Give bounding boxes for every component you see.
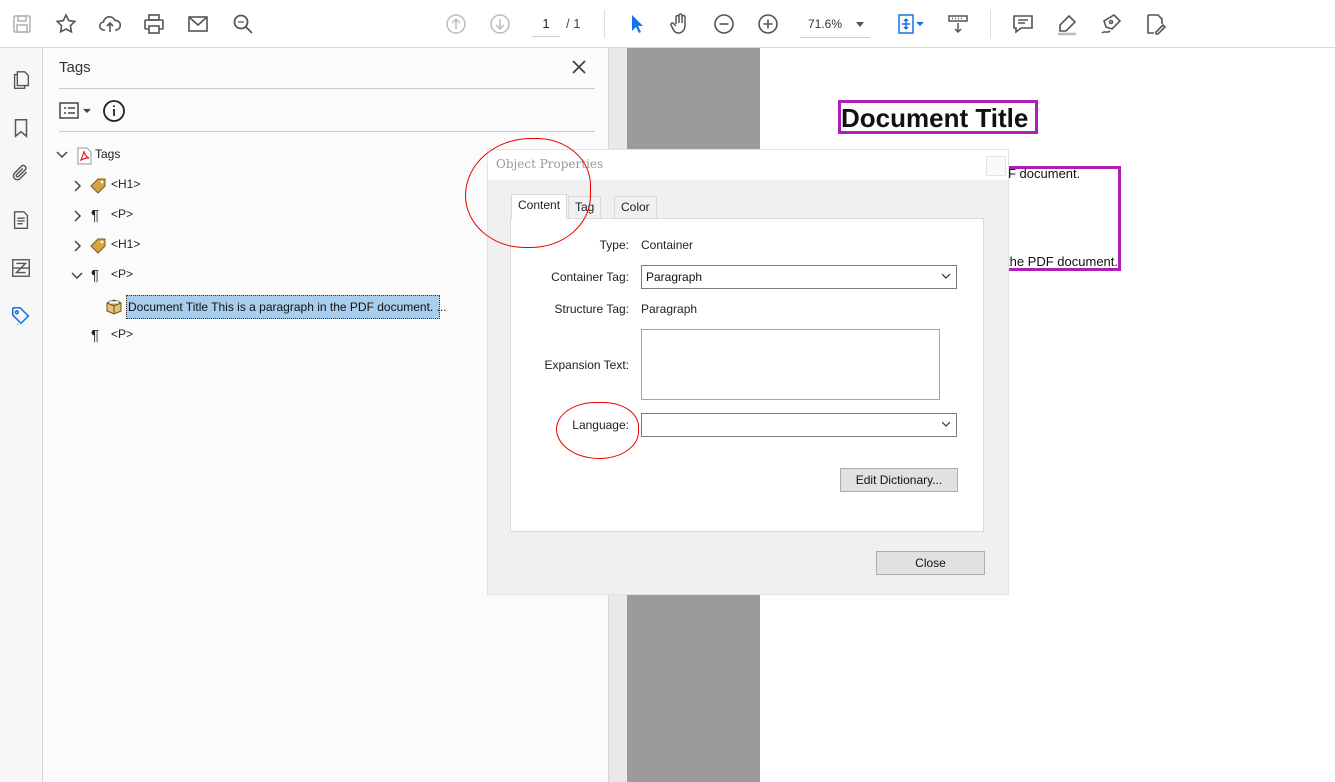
tab-color[interactable]: Color [614, 196, 657, 218]
zoom-out-icon[interactable] [708, 8, 740, 40]
tree-item-label[interactable]: <P> [111, 206, 133, 222]
edit-dictionary-button[interactable]: Edit Dictionary... [840, 468, 958, 492]
tree-item-label[interactable]: Tags [95, 146, 120, 162]
expansion-text-field[interactable] [641, 329, 940, 400]
page-up-icon[interactable] [440, 8, 472, 40]
bookmark-icon[interactable] [7, 114, 35, 142]
chevron-down-icon [942, 273, 950, 279]
highlight-icon[interactable] [1051, 8, 1083, 40]
dialog-close-icon[interactable] [986, 156, 1006, 176]
email-icon[interactable] [182, 8, 214, 40]
select-arrow-icon[interactable] [620, 8, 652, 40]
chevron-down-icon[interactable] [856, 22, 864, 27]
structure-tag-value: Paragraph [641, 302, 698, 316]
chevron-right-icon[interactable] [71, 179, 85, 193]
options-menu-icon[interactable] [59, 100, 95, 122]
scroll-mode-icon[interactable] [942, 8, 974, 40]
container-tag-value: Paragraph [646, 270, 703, 284]
print-icon[interactable] [138, 8, 170, 40]
document-heading: Document Title [841, 103, 1029, 133]
divider [59, 88, 595, 89]
toolbar-divider [990, 10, 991, 38]
paragraph-icon: ¶ [91, 267, 100, 284]
toolbar: 1 / 1 71.6% [0, 0, 1335, 48]
container-tag-select[interactable]: Paragraph [641, 265, 957, 289]
container-icon [105, 297, 123, 315]
document-text-line: the PDF document. [1006, 254, 1118, 269]
chevron-right-icon[interactable] [71, 239, 85, 253]
tag-icon [89, 237, 107, 255]
sign-icon[interactable] [1095, 8, 1127, 40]
divider [59, 131, 595, 132]
selected-tree-item[interactable]: Document Title This is a paragraph in th… [126, 295, 447, 319]
type-value: Container [641, 238, 694, 252]
panel-title: Tags [59, 59, 91, 76]
pages-icon[interactable] [7, 66, 35, 94]
fit-page-icon[interactable] [890, 8, 930, 40]
close-icon[interactable] [569, 57, 589, 77]
tree-item-label[interactable]: <H1> [111, 236, 140, 252]
comment-icon[interactable] [1007, 8, 1039, 40]
page-total: / 1 [566, 16, 581, 31]
close-button[interactable]: Close [876, 551, 985, 575]
structure-tag-label: Structure Tag: [554, 302, 629, 316]
tree-item-label[interactable]: <P> [111, 326, 133, 342]
attachment-icon[interactable] [7, 160, 35, 188]
expansion-text-label: Expansion Text: [544, 358, 630, 372]
paragraph-icon: ¶ [91, 207, 100, 224]
edit-icon[interactable] [1139, 8, 1171, 40]
tree-item-label: Document Title This is a paragraph in th… [128, 300, 447, 314]
chevron-down-icon[interactable] [70, 269, 84, 283]
document-icon[interactable] [7, 206, 35, 234]
navigation-rail [0, 48, 43, 782]
chevron-down-icon [942, 421, 950, 427]
zoom-in-icon[interactable] [752, 8, 784, 40]
info-icon[interactable] [102, 99, 126, 123]
page-number-input[interactable]: 1 [532, 13, 560, 37]
chevron-right-icon[interactable] [71, 209, 85, 223]
paragraph-icon: ¶ [91, 327, 100, 344]
annotation-circle [556, 402, 639, 459]
object-properties-dialog: Object Properties Content Tag Color Type… [488, 150, 1008, 594]
toolbar-divider [604, 10, 605, 38]
language-select[interactable] [641, 413, 957, 437]
tags-icon[interactable] [7, 302, 35, 330]
container-tag-label: Container Tag: [551, 270, 629, 284]
search-icon[interactable] [227, 8, 259, 40]
page-down-icon[interactable] [484, 8, 516, 40]
upload-cloud-icon[interactable] [94, 8, 126, 40]
save-icon[interactable] [6, 8, 38, 40]
pdf-icon [75, 147, 93, 165]
annotation-circle [465, 138, 591, 248]
tag-icon [89, 177, 107, 195]
document-text-line: F document. [1008, 166, 1081, 181]
star-icon[interactable] [50, 8, 82, 40]
chevron-down-icon[interactable] [55, 148, 69, 162]
hand-icon[interactable] [664, 8, 696, 40]
tree-item-label[interactable]: <P> [111, 266, 133, 282]
order-icon[interactable] [7, 254, 35, 282]
heading-highlight-box: Document Title [838, 100, 1038, 134]
tree-item-label[interactable]: <H1> [111, 176, 140, 192]
tab-content[interactable]: Content [511, 194, 568, 219]
